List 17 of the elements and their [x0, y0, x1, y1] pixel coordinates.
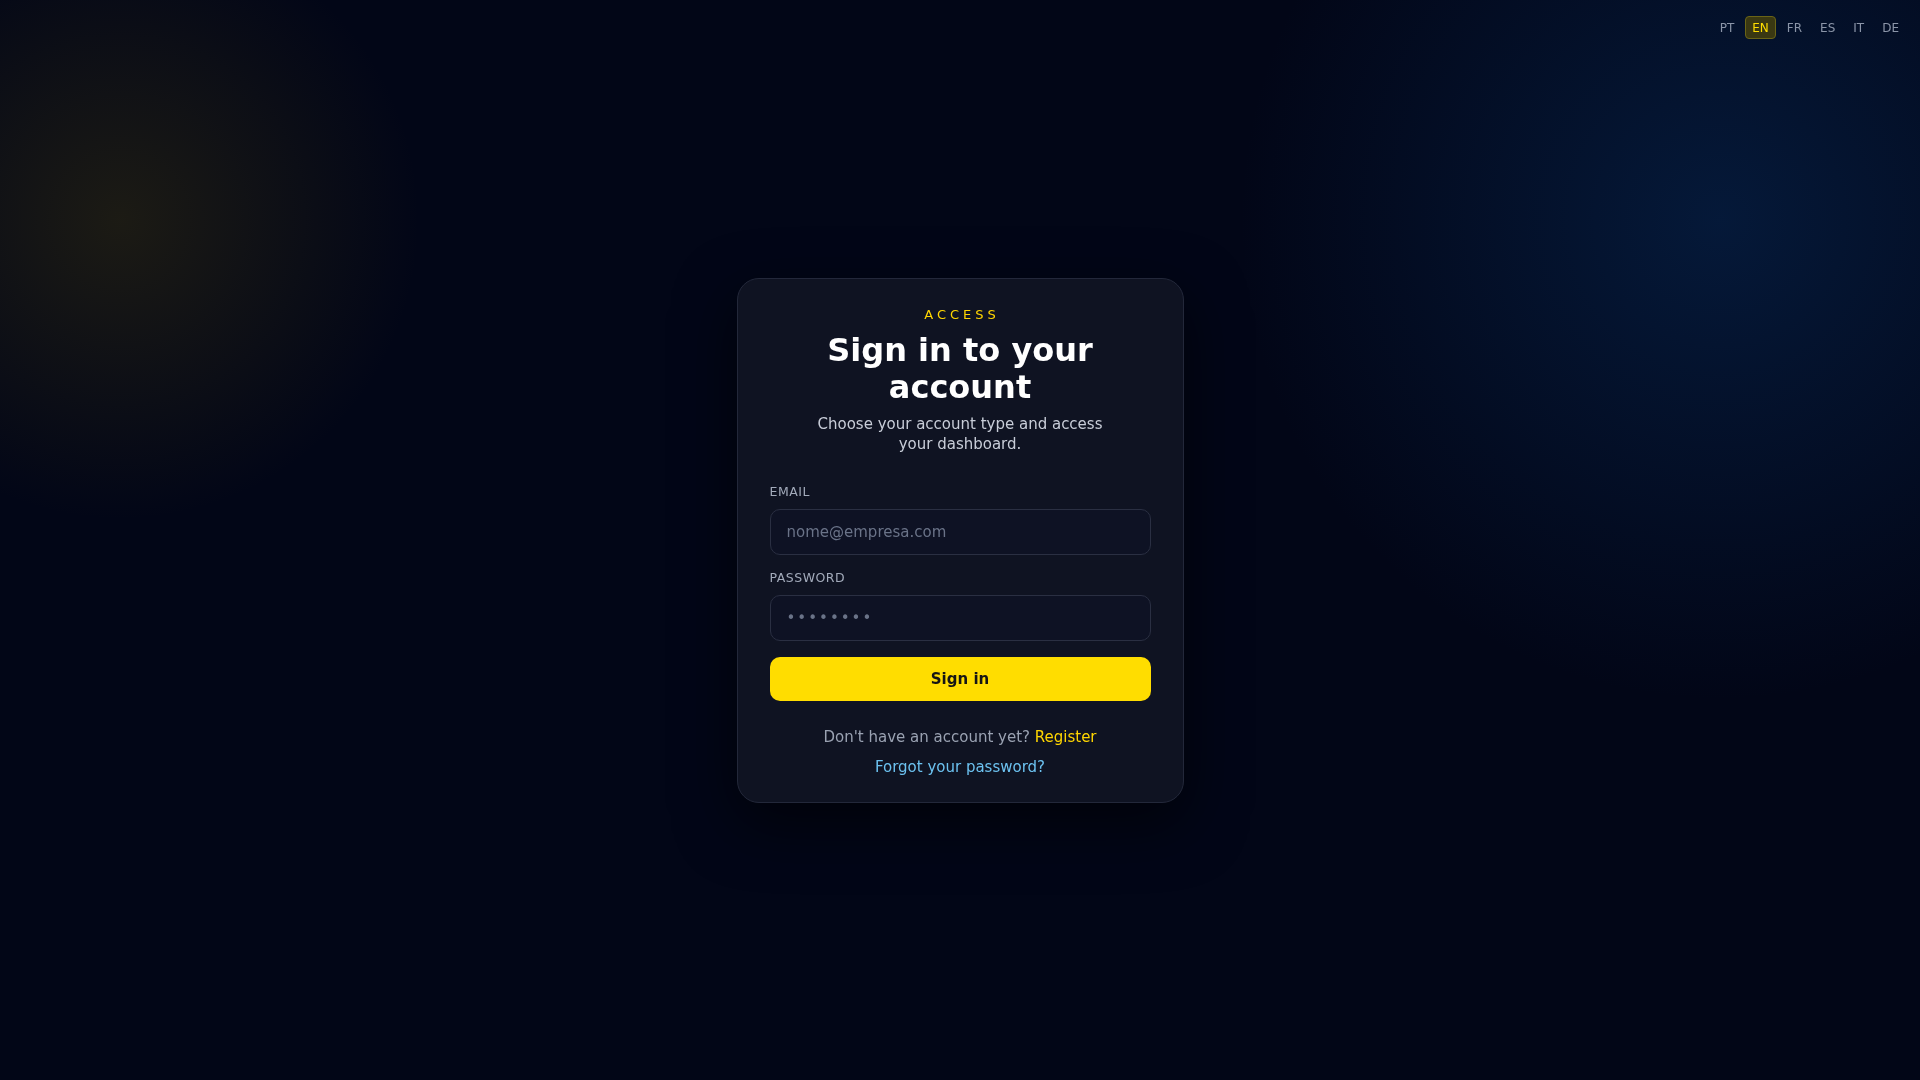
forgot-password-link[interactable]: Forgot your password? [874, 757, 1046, 776]
language-button[interactable]: FR [1779, 16, 1810, 39]
language-button[interactable]: IT [1846, 16, 1872, 39]
eyebrow-label: ACCESS [924, 306, 1000, 322]
field-label: PASSWORD [769, 569, 847, 585]
register-prompt: Don't have an account yet? Register [823, 727, 1097, 746]
subtitle-text: Choose your account type and access your dashboard. [816, 413, 1104, 454]
field-label: EMAIL [769, 483, 811, 499]
language-button[interactable]: PT [1712, 16, 1742, 39]
language-button[interactable]: DE [1875, 16, 1906, 39]
page-title: Sign in to your account [826, 331, 1094, 406]
email-field[interactable]: nome@empresa.com [769, 508, 1151, 555]
password-field[interactable]: •••••••• [769, 594, 1151, 641]
language-button[interactable]: ES [1813, 16, 1843, 39]
register-link[interactable]: Register [1034, 727, 1097, 746]
language-button[interactable]: EN [1745, 16, 1776, 39]
sign-in-button[interactable]: Sign in [769, 656, 1151, 701]
